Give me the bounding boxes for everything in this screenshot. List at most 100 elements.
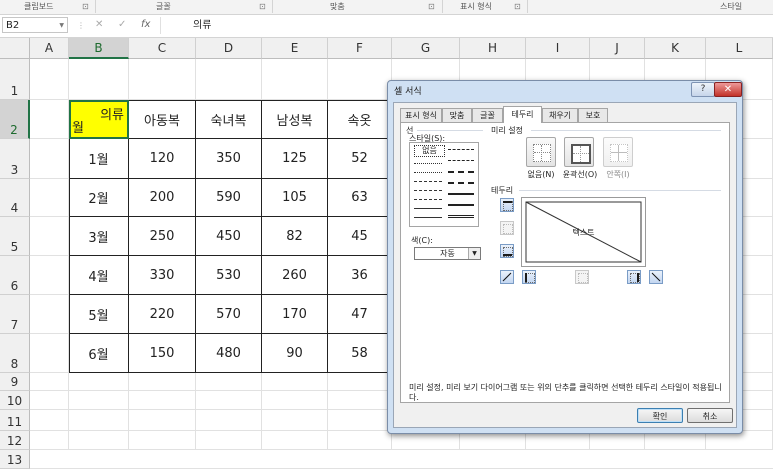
table-header-cell[interactable]: 속옷	[328, 100, 392, 139]
table-header-cell[interactable]: 아동복	[129, 100, 196, 139]
column-header-b[interactable]: B	[69, 38, 129, 59]
cell-b2[interactable]: 의류 월	[69, 100, 129, 139]
row-header-4[interactable]: 4	[0, 179, 30, 217]
month-cell[interactable]: 1월	[69, 139, 129, 179]
alignment-launcher-icon[interactable]: ⊡	[428, 2, 435, 11]
border-bottom-button[interactable]	[500, 244, 514, 258]
value-cell[interactable]: 200	[129, 179, 196, 217]
value-cell[interactable]: 150	[129, 334, 196, 373]
line-style-option[interactable]	[448, 193, 474, 195]
row-header-5[interactable]: 5	[0, 217, 30, 256]
value-cell[interactable]: 90	[262, 334, 328, 373]
tab-border[interactable]: 테두리	[503, 106, 542, 123]
row-header-6[interactable]: 6	[0, 256, 30, 295]
preset-outline-button[interactable]	[564, 137, 594, 167]
value-cell[interactable]: 47	[328, 295, 392, 334]
row-header-1[interactable]: 1	[0, 59, 30, 100]
value-cell[interactable]: 120	[129, 139, 196, 179]
column-header-i[interactable]: I	[526, 38, 590, 59]
value-cell[interactable]: 590	[196, 179, 262, 217]
value-cell[interactable]: 260	[262, 256, 328, 295]
color-dropdown[interactable]: 자동 ▼	[414, 247, 481, 260]
value-cell[interactable]: 125	[262, 139, 328, 179]
border-right-button[interactable]	[627, 270, 641, 284]
select-all-corner[interactable]	[0, 38, 30, 59]
border-inside-horizontal-button[interactable]	[500, 221, 514, 235]
value-cell[interactable]: 220	[129, 295, 196, 334]
value-cell[interactable]: 63	[328, 179, 392, 217]
value-cell[interactable]: 45	[328, 217, 392, 256]
close-button[interactable]: ✕	[714, 82, 742, 97]
value-cell[interactable]: 36	[328, 256, 392, 295]
line-style-option[interactable]	[414, 190, 442, 191]
value-cell[interactable]: 350	[196, 139, 262, 179]
insert-function-icon[interactable]: fx	[141, 19, 150, 30]
tab-alignment[interactable]: 맞춤	[442, 108, 472, 122]
row-header-12[interactable]: 12	[0, 431, 30, 450]
line-style-option[interactable]	[414, 163, 442, 164]
chevron-down-icon[interactable]: ▼	[59, 18, 64, 34]
row-header-9[interactable]: 9	[0, 373, 30, 391]
line-style-option[interactable]	[448, 160, 474, 161]
border-inside-vertical-button[interactable]	[575, 270, 589, 284]
name-box[interactable]: B2 ▼	[2, 17, 68, 33]
column-header-l[interactable]: L	[706, 38, 773, 59]
number-launcher-icon[interactable]: ⊡	[514, 2, 521, 11]
column-header-h[interactable]: H	[460, 38, 526, 59]
line-style-option[interactable]	[448, 171, 474, 173]
row-header-10[interactable]: 10	[0, 391, 30, 410]
column-header-j[interactable]: J	[590, 38, 645, 59]
line-style-option[interactable]	[448, 215, 474, 218]
column-header-c[interactable]: C	[129, 38, 196, 59]
value-cell[interactable]: 570	[196, 295, 262, 334]
column-header-e[interactable]: E	[262, 38, 328, 59]
column-header-g[interactable]: G	[392, 38, 460, 59]
value-cell[interactable]: 530	[196, 256, 262, 295]
line-style-option[interactable]	[414, 208, 442, 209]
row-header-3[interactable]: 3	[0, 139, 30, 179]
formula-input[interactable]: 의류	[160, 17, 770, 34]
line-style-option[interactable]	[414, 217, 442, 218]
font-launcher-icon[interactable]: ⊡	[259, 2, 266, 11]
border-diagonal-down-button[interactable]	[649, 270, 663, 284]
column-header-k[interactable]: K	[645, 38, 706, 59]
column-header-f[interactable]: F	[328, 38, 392, 59]
value-cell[interactable]: 330	[129, 256, 196, 295]
line-style-list[interactable]: 없음	[409, 142, 479, 227]
value-cell[interactable]: 170	[262, 295, 328, 334]
month-cell[interactable]: 3월	[69, 217, 129, 256]
border-top-button[interactable]	[500, 198, 514, 212]
help-button[interactable]: ?	[691, 82, 715, 97]
border-diagonal-up-button[interactable]	[500, 270, 514, 284]
line-style-option[interactable]	[414, 181, 442, 182]
value-cell[interactable]: 58	[328, 334, 392, 373]
value-cell[interactable]: 82	[262, 217, 328, 256]
tab-fill[interactable]: 채우기	[542, 108, 578, 122]
row-header-11[interactable]: 11	[0, 410, 30, 431]
enter-icon[interactable]: ✓	[118, 19, 126, 30]
chevron-down-icon[interactable]: ▼	[468, 248, 480, 259]
line-style-option[interactable]	[414, 199, 442, 200]
month-cell[interactable]: 4월	[69, 256, 129, 295]
month-cell[interactable]: 2월	[69, 179, 129, 217]
tab-font[interactable]: 글꼴	[472, 108, 503, 122]
line-style-option[interactable]	[414, 172, 442, 173]
row-header-2[interactable]: 2	[0, 100, 30, 139]
value-cell[interactable]: 450	[196, 217, 262, 256]
value-cell[interactable]: 52	[328, 139, 392, 179]
line-style-none[interactable]: 없음	[414, 145, 445, 157]
preset-inside-button[interactable]	[603, 137, 633, 167]
formula-splitter-icon[interactable]: ⋮	[77, 21, 85, 30]
line-style-option[interactable]	[448, 182, 474, 184]
table-header-cell[interactable]: 남성복	[262, 100, 328, 139]
column-header-d[interactable]: D	[196, 38, 262, 59]
line-style-option[interactable]	[448, 149, 474, 150]
tab-protection[interactable]: 보호	[578, 108, 608, 122]
value-cell[interactable]: 480	[196, 334, 262, 373]
row-header-8[interactable]: 8	[0, 334, 30, 373]
cancel-button[interactable]: 취소	[687, 408, 733, 423]
row-header-13[interactable]: 13	[0, 450, 30, 469]
ok-button[interactable]: 확인	[637, 408, 683, 423]
border-left-button[interactable]	[522, 270, 536, 284]
clipboard-launcher-icon[interactable]: ⊡	[82, 2, 89, 11]
